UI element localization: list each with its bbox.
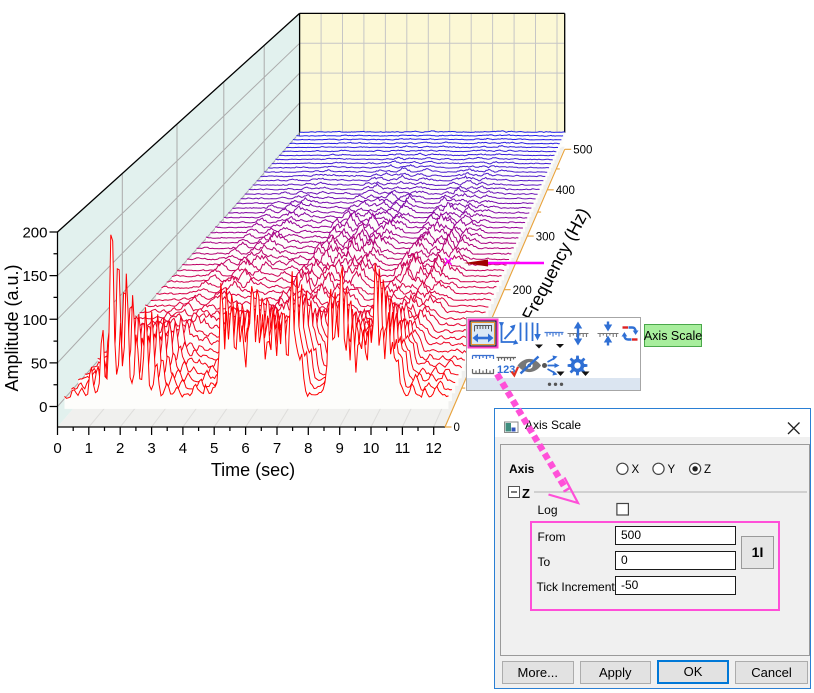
- svg-text:8: 8: [304, 440, 312, 457]
- svg-text:11: 11: [395, 440, 411, 457]
- svg-text:300: 300: [536, 231, 555, 243]
- svg-text:6: 6: [241, 440, 249, 457]
- svg-text:2: 2: [116, 440, 124, 457]
- svg-text:10: 10: [363, 440, 380, 457]
- svg-text:0: 0: [53, 440, 61, 457]
- svg-text:Amplitude (a.u.): Amplitude (a.u.): [2, 264, 22, 391]
- svg-text:3: 3: [147, 440, 155, 457]
- svg-text:500: 500: [573, 145, 592, 157]
- svg-text:0: 0: [454, 422, 460, 434]
- svg-text:0: 0: [39, 399, 47, 416]
- svg-text:400: 400: [556, 185, 575, 197]
- svg-text:7: 7: [273, 440, 281, 457]
- svg-text:150: 150: [22, 268, 47, 285]
- svg-text:Time (sec): Time (sec): [211, 460, 295, 480]
- svg-text:4: 4: [179, 440, 187, 457]
- svg-text:12: 12: [425, 440, 442, 457]
- svg-text:200: 200: [22, 225, 47, 242]
- svg-text:50: 50: [31, 355, 48, 372]
- svg-text:5: 5: [210, 440, 218, 457]
- svg-text:1: 1: [85, 440, 93, 457]
- svg-text:9: 9: [336, 440, 344, 457]
- svg-text:100: 100: [22, 312, 47, 329]
